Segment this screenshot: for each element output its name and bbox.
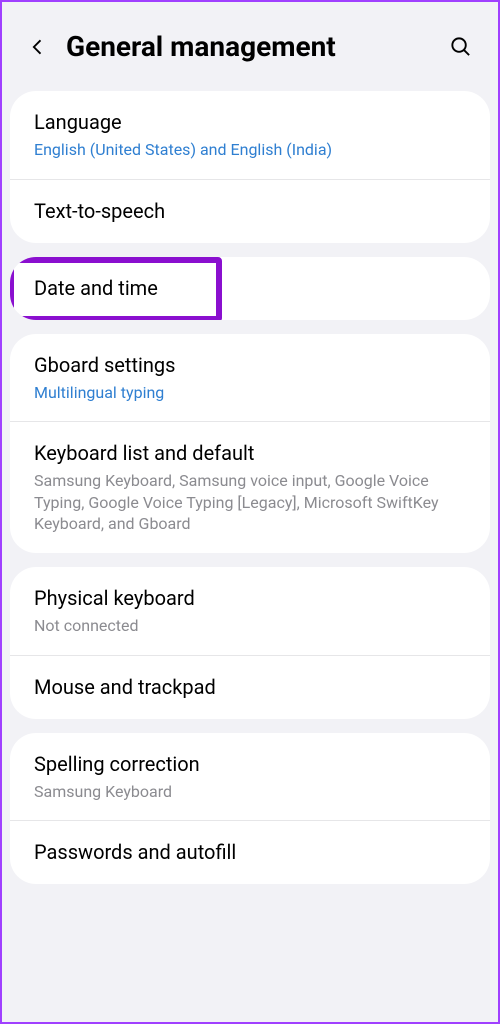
row-title: Text-to-speech: [34, 198, 466, 225]
settings-row[interactable]: Spelling correction Samsung Keyboard: [10, 733, 490, 821]
row-subtitle: Not connected: [34, 615, 466, 637]
row-title: Mouse and trackpad: [34, 674, 466, 701]
row-title: Passwords and autofill: [34, 839, 466, 866]
settings-group: Physical keyboard Not connected Mouse and …: [10, 567, 490, 719]
settings-row[interactable]: Language English (United States) and Engl…: [10, 91, 490, 179]
back-button[interactable]: [24, 33, 52, 61]
settings-row[interactable]: Mouse and trackpad: [10, 655, 490, 719]
row-title: Keyboard list and default: [34, 440, 466, 467]
settings-screen: General management Language English (Unit…: [10, 10, 490, 1014]
settings-row[interactable]: Text-to-speech: [10, 179, 490, 243]
settings-row[interactable]: Date and time: [10, 257, 490, 320]
row-subtitle: Samsung Keyboard, Samsung voice input, G…: [34, 470, 466, 535]
settings-row[interactable]: Keyboard list and default Samsung Keyboar…: [10, 421, 490, 553]
row-title: Physical keyboard: [34, 585, 466, 612]
page-title: General management: [66, 30, 444, 63]
row-title: Language: [34, 109, 466, 136]
row-title: Gboard settings: [34, 352, 466, 379]
settings-row[interactable]: Physical keyboard Not connected: [10, 567, 490, 655]
settings-group: Date and time: [10, 257, 490, 320]
settings-group: Language English (United States) and Engl…: [10, 91, 490, 243]
settings-row[interactable]: Gboard settings Multilingual typing: [10, 334, 490, 422]
row-title: Date and time: [34, 275, 466, 302]
row-subtitle: Samsung Keyboard: [34, 781, 466, 803]
header: General management: [10, 10, 490, 91]
search-button[interactable]: [444, 31, 476, 63]
settings-group: Gboard settings Multilingual typing Keyboa…: [10, 334, 490, 553]
settings-group: Spelling correction Samsung Keyboard Passw…: [10, 733, 490, 885]
chevron-left-icon: [28, 37, 48, 57]
row-subtitle: Multilingual typing: [34, 382, 466, 404]
settings-row[interactable]: Passwords and autofill: [10, 820, 490, 884]
row-title: Spelling correction: [34, 751, 466, 778]
row-subtitle: English (United States) and English (Ind…: [34, 139, 466, 161]
search-icon: [449, 35, 472, 58]
